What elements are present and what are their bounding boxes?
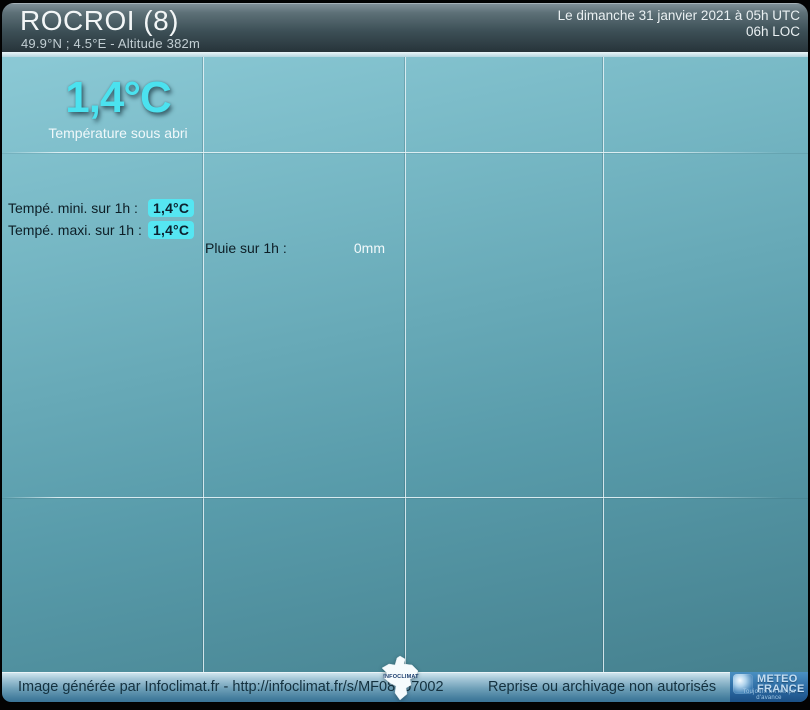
meteo-france-tagline: Toujours un temps d'avance — [742, 689, 796, 701]
grid-vline-1 — [203, 57, 204, 672]
station-coordinates: 49.9°N ; 4.5°E - Altitude 382m — [21, 36, 200, 51]
data-panel: 1,4°C Température sous abri Tempé. mini.… — [2, 57, 808, 672]
temp-min-row: Tempé. mini. sur 1h : 1,4°C — [8, 199, 195, 217]
station-card: ROCROI (8) 49.9°N ; 4.5°E - Altitude 382… — [2, 3, 808, 702]
datetime-local: 06h LOC — [745, 24, 800, 39]
infoclimat-wordmark: INFOCLIMAT — [383, 674, 419, 680]
temp-max-row: Tempé. maxi. sur 1h : 1,4°C — [8, 221, 195, 239]
header-bar: ROCROI (8) 49.9°N ; 4.5°E - Altitude 382… — [2, 3, 808, 52]
grid-vline-2 — [405, 57, 406, 672]
temp-min-label: Tempé. mini. sur 1h : — [8, 200, 138, 216]
station-name: ROCROI (8) — [20, 5, 179, 36]
grid-hline-1 — [2, 152, 808, 153]
temp-min-value-badge: 1,4°C — [148, 199, 195, 217]
observation-datetime: Le dimanche 31 janvier 2021 à 05h UTC 06… — [558, 8, 800, 40]
copyright-notice: Reprise ou archivage non autorisés — [488, 679, 717, 695]
current-temperature-block: 1,4°C Température sous abri — [28, 73, 208, 141]
datetime-utc: Le dimanche 31 janvier 2021 à 05h UTC — [557, 8, 800, 23]
credit-text: Image générée par Infoclimat.fr - http:/… — [18, 679, 444, 695]
rain-row: Pluie sur 1h : 0mm — [205, 240, 385, 256]
grid-vline-3 — [603, 57, 604, 672]
infoclimat-logo: INFOCLIMAT — [381, 655, 421, 701]
rain-label: Pluie sur 1h : — [205, 240, 287, 256]
current-temperature-value: 1,4°C — [65, 73, 172, 122]
weather-station-image: ROCROI (8) 49.9°N ; 4.5°E - Altitude 382… — [0, 0, 810, 710]
current-temperature-label: Température sous abri — [48, 125, 188, 141]
temp-max-value-badge: 1,4°C — [148, 221, 195, 239]
temp-max-label: Tempé. maxi. sur 1h : — [8, 222, 142, 238]
rain-value: 0mm — [353, 240, 385, 256]
meteo-france-logo: METEO FRANCE Toujours un temps d'avance — [730, 672, 808, 702]
grid-hline-2 — [2, 497, 808, 498]
